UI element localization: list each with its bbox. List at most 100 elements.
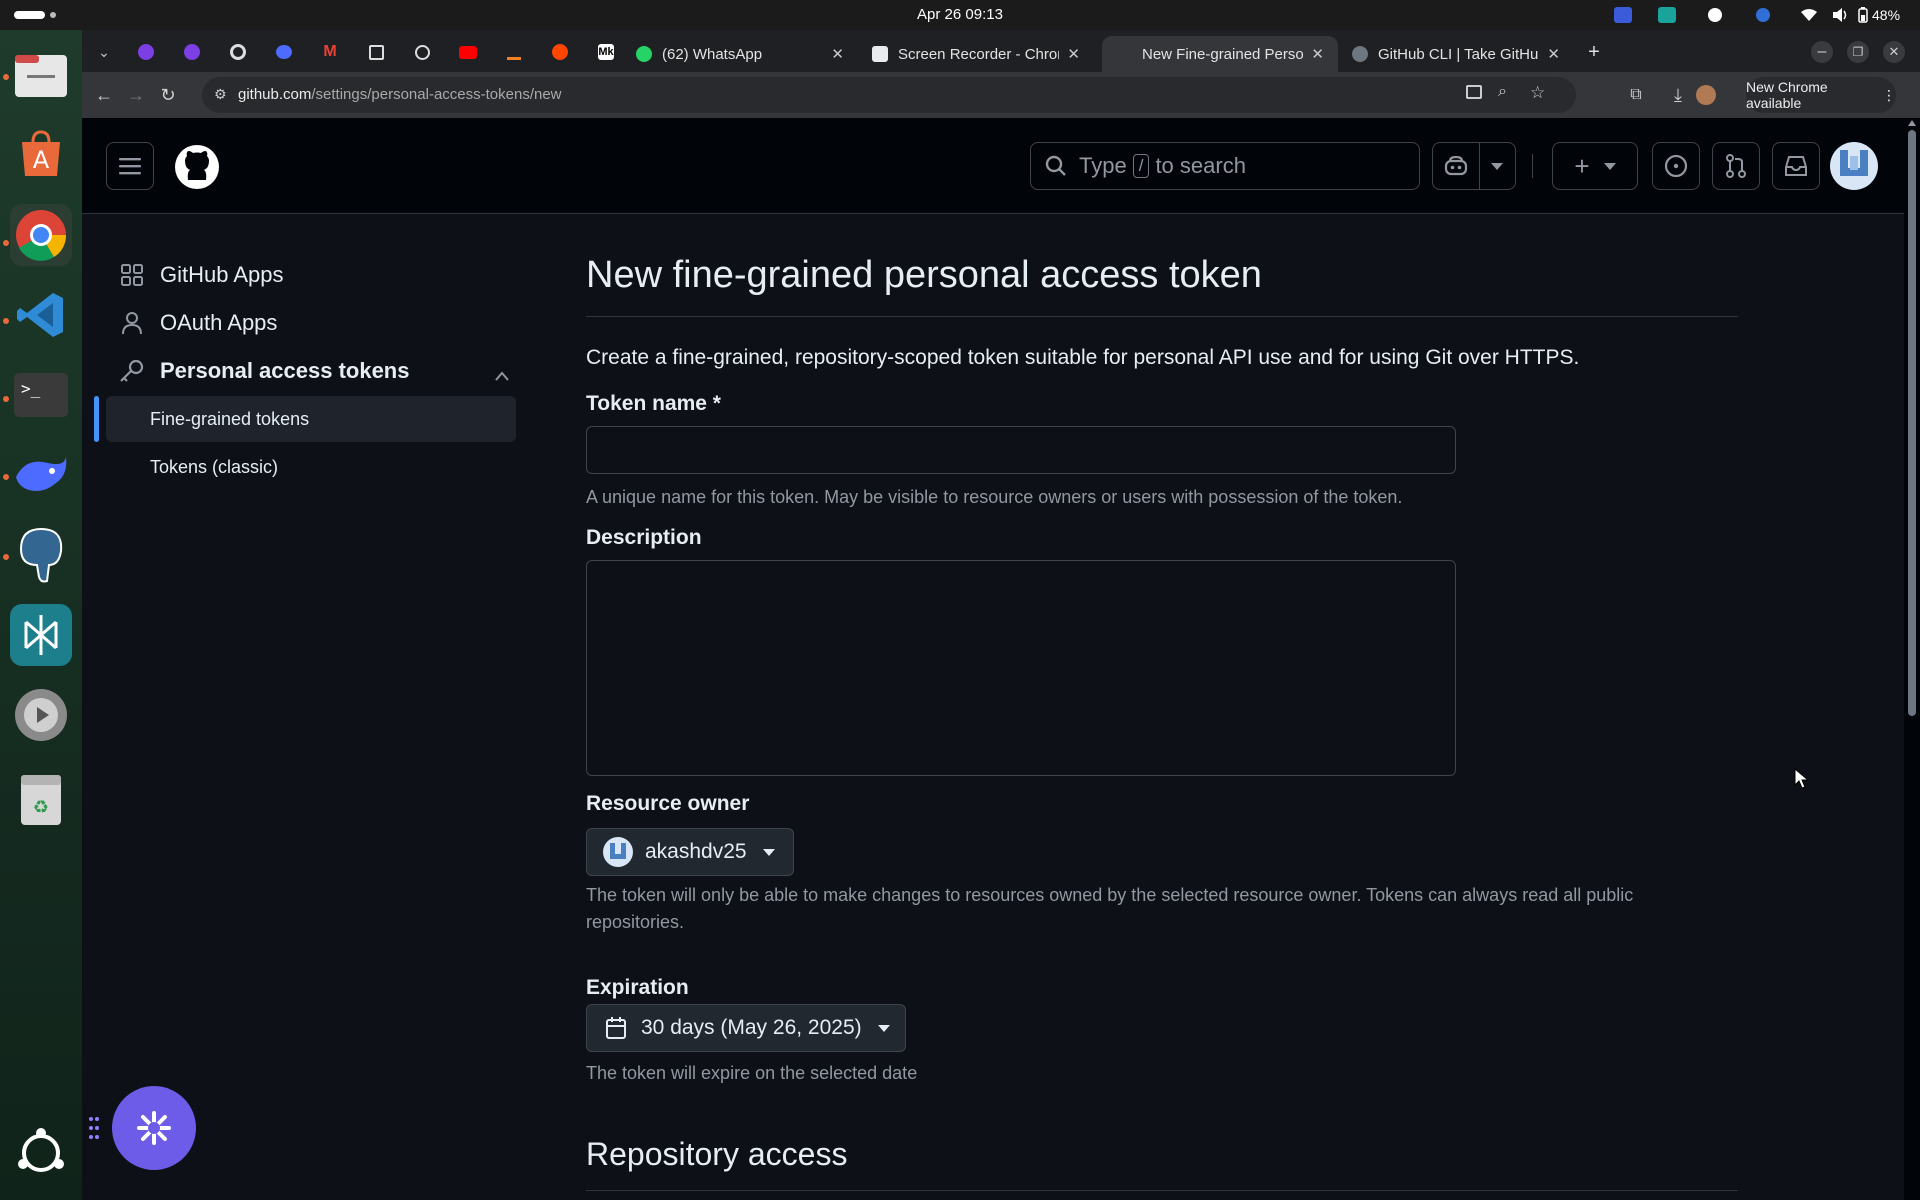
stackoverflow-tab-icon[interactable]: [492, 38, 536, 66]
address-bar[interactable]: ⚙ github.com/settings/personal-access-to…: [202, 77, 1576, 113]
downloads-icon[interactable]: ⤓: [1666, 83, 1690, 107]
tab-search-icon[interactable]: ⌄: [82, 38, 126, 66]
sidebar-item-label: OAuth Apps: [160, 310, 278, 335]
reddit-tab-icon[interactable]: [538, 38, 582, 66]
drag-handle-icon[interactable]: [88, 1116, 100, 1140]
sidebar-item-github-apps[interactable]: GitHub Apps: [106, 252, 522, 298]
tab-new-fine-grained-token[interactable]: New Fine-grained Person ✕: [1102, 36, 1338, 72]
pull-requests-button[interactable]: [1712, 142, 1760, 190]
tab-screen-recorder[interactable]: Screen Recorder - Chrom ✕: [858, 36, 1094, 72]
issue-opened-icon: [1664, 154, 1688, 178]
app-center-icon[interactable]: A: [10, 124, 72, 186]
tab-title: Screen Recorder - Chrom: [898, 45, 1060, 63]
caret-down-icon: [877, 1024, 890, 1032]
pinned-tab-icon[interactable]: [216, 38, 260, 66]
chrome-app-icon[interactable]: [10, 204, 72, 266]
search-input[interactable]: Type / to search: [1030, 142, 1420, 190]
description-textarea[interactable]: [586, 560, 1456, 776]
sidebar-item-personal-access-tokens[interactable]: Personal access tokens: [106, 348, 522, 394]
install-app-icon[interactable]: [1466, 85, 1482, 99]
create-new-button[interactable]: +: [1552, 142, 1638, 190]
close-tab-icon[interactable]: ✕: [831, 45, 844, 63]
sidebar-subitem-fine-grained-tokens[interactable]: Fine-grained tokens: [106, 396, 516, 442]
pinned-tab-icon[interactable]: [170, 38, 214, 66]
token-name-input[interactable]: [586, 426, 1456, 474]
sidebar-item-oauth-apps[interactable]: OAuth Apps: [106, 300, 522, 346]
search-shortcut-key: /: [1132, 154, 1150, 178]
tray-app-icon[interactable]: [1656, 5, 1678, 25]
pinned-tab-icon[interactable]: [124, 38, 168, 66]
forward-icon[interactable]: →: [124, 83, 148, 107]
bookmark-star-icon[interactable]: ☆: [1530, 83, 1545, 103]
expiration-dropdown[interactable]: 30 days (May 26, 2025): [586, 1004, 906, 1052]
mouse-cursor: [1794, 767, 1810, 795]
github-favicon-icon: [1116, 46, 1132, 62]
tab-github-cli[interactable]: GitHub CLI | Take GitHub ✕: [1338, 36, 1574, 72]
battery-indicator[interactable]: 48%: [1858, 5, 1914, 25]
floating-assistant-button[interactable]: [112, 1086, 196, 1170]
svg-text:>_: >_: [21, 379, 41, 398]
scrollbar-thumb[interactable]: [1908, 130, 1916, 716]
profile-avatar-icon[interactable]: [1694, 83, 1718, 107]
show-apps-icon[interactable]: [10, 1122, 72, 1184]
expiration-value: 30 days (May 26, 2025): [641, 1016, 862, 1039]
wifi-icon[interactable]: [1798, 5, 1820, 25]
search-icon: [1045, 155, 1066, 176]
resource-owner-label: Resource owner: [586, 792, 750, 815]
pinned-tab-icon[interactable]: [262, 38, 306, 66]
kebab-menu-icon: ⋮: [1882, 86, 1896, 103]
perplexity-app-icon[interactable]: [10, 604, 72, 666]
chevron-up-icon[interactable]: [494, 362, 510, 388]
close-tab-icon[interactable]: ✕: [1067, 45, 1080, 63]
close-tab-icon[interactable]: ✕: [1547, 45, 1560, 63]
scroll-up-arrow-icon[interactable]: [1908, 120, 1916, 126]
whatsapp-icon: [636, 46, 652, 62]
user-avatar[interactable]: [1830, 142, 1878, 190]
owner-avatar: [603, 837, 633, 867]
notion-tab-icon[interactable]: [354, 38, 398, 66]
reload-icon[interactable]: ↻: [156, 83, 180, 107]
close-window-icon[interactable]: ✕: [1872, 38, 1916, 66]
settings-app-icon[interactable]: [10, 684, 72, 746]
url-path: /settings/personal-access-tokens/new: [311, 86, 562, 103]
gmail-tab-icon[interactable]: M: [308, 38, 352, 66]
deepseek-app-icon[interactable]: [10, 444, 72, 506]
url-text[interactable]: github.com/settings/personal-access-toke…: [238, 86, 562, 103]
github-logo-icon[interactable]: [174, 144, 220, 190]
copilot-button[interactable]: [1432, 142, 1516, 190]
running-indicator: [3, 74, 9, 80]
url-host: github.com: [238, 86, 312, 103]
tray-app-icon[interactable]: [1612, 5, 1634, 25]
zoom-icon[interactable]: ⌕: [1498, 83, 1507, 101]
new-tab-icon[interactable]: +: [1572, 38, 1616, 66]
resource-owner-dropdown[interactable]: akashdv25: [586, 828, 794, 876]
page-scrollbar[interactable]: [1904, 118, 1920, 1200]
youtube-tab-icon[interactable]: [446, 38, 490, 66]
issues-button[interactable]: [1652, 142, 1700, 190]
extensions-icon[interactable]: ⧉: [1624, 83, 1648, 107]
refresh-tray-icon[interactable]: [1752, 5, 1774, 25]
pgadmin-app-icon[interactable]: [10, 524, 72, 586]
sidebar-subitem-tokens-classic[interactable]: Tokens (classic): [106, 444, 516, 490]
sparkle-icon: [137, 1111, 171, 1145]
files-app-icon[interactable]: [10, 44, 72, 106]
tab-whatsapp[interactable]: (62) WhatsApp ✕: [622, 36, 858, 72]
terminal-app-icon[interactable]: >_: [10, 364, 72, 426]
trash-icon[interactable]: ♻: [10, 768, 72, 830]
tab-title: New Fine-grained Person: [1142, 45, 1304, 63]
pinned-tab-icon[interactable]: [400, 38, 444, 66]
hamburger-menu-button[interactable]: [106, 142, 154, 190]
tray-app-icon[interactable]: [1704, 5, 1726, 25]
vscode-app-icon[interactable]: [10, 284, 72, 346]
back-icon[interactable]: ←: [92, 83, 116, 107]
chevron-down-icon: [1603, 162, 1616, 170]
new-chrome-available-button[interactable]: New Chrome available ⋮: [1746, 77, 1896, 113]
sidebar-subitem-label: Fine-grained tokens: [150, 408, 310, 429]
chevron-down-icon[interactable]: [1480, 162, 1515, 170]
close-tab-icon[interactable]: ✕: [1311, 45, 1324, 63]
volume-icon[interactable]: [1830, 5, 1852, 25]
running-indicator: [3, 240, 9, 246]
inbox-button[interactable]: [1772, 142, 1820, 190]
ubuntu-dock: A >_ ♻: [0, 30, 82, 1200]
site-info-icon[interactable]: ⚙: [214, 86, 227, 103]
